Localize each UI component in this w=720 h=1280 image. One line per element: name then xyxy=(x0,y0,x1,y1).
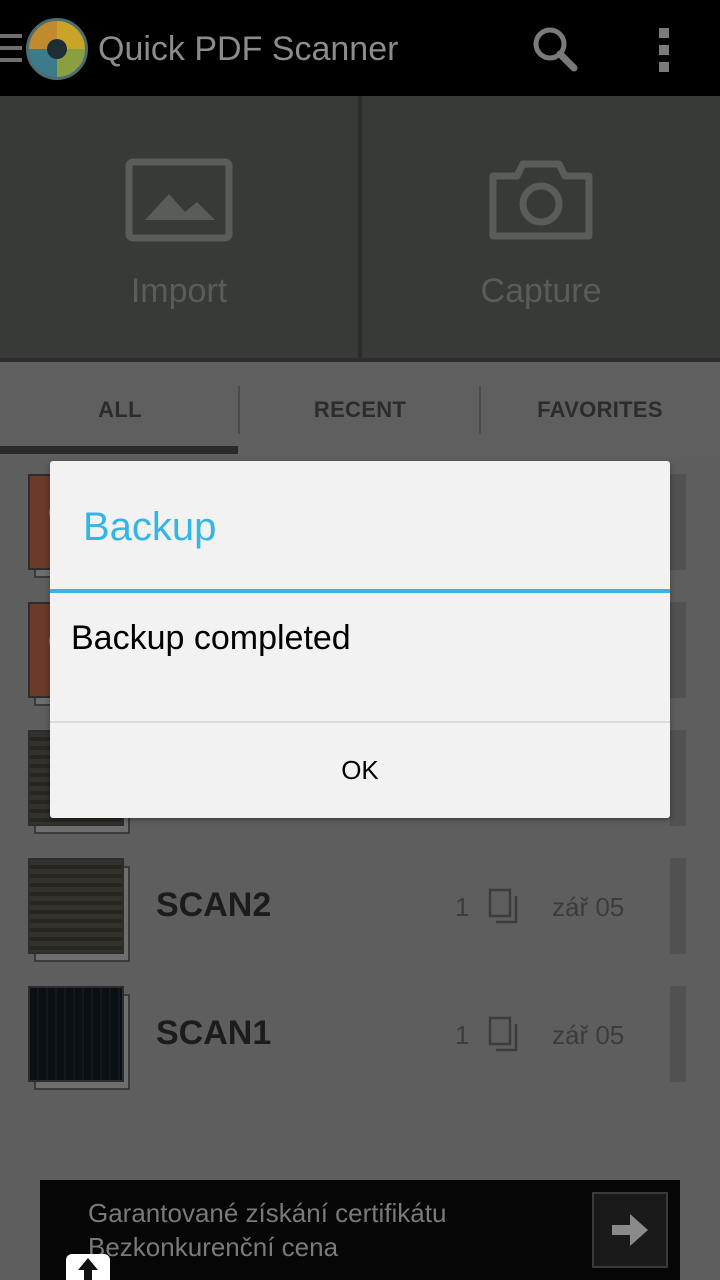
tab-bar: ALL RECENT FAVORITES xyxy=(0,362,720,458)
document-thumbnail xyxy=(28,986,124,1082)
pages-icon xyxy=(488,888,518,924)
document-date: zář 05 xyxy=(552,892,625,922)
ad-info-icon[interactable] xyxy=(66,1254,110,1280)
menu-icon[interactable] xyxy=(0,34,22,64)
arrow-right-icon xyxy=(612,1214,648,1246)
ok-button[interactable]: OK xyxy=(50,723,670,818)
ad-text-line2: Bezkonkurenční cena xyxy=(88,1232,339,1262)
action-bar: Quick PDF Scanner xyxy=(0,0,720,96)
import-label: Import xyxy=(130,272,228,310)
row-handle[interactable] xyxy=(670,730,686,826)
list-item[interactable]: SCAN1 1 zář 05 xyxy=(0,986,720,1114)
app-logo-icon[interactable] xyxy=(26,18,88,80)
row-handle[interactable] xyxy=(670,858,686,954)
row-handle[interactable] xyxy=(670,602,686,698)
search-icon xyxy=(533,27,578,72)
tab-selected-indicator xyxy=(0,446,238,454)
image-icon xyxy=(125,158,233,242)
tab-favorites[interactable]: FAVORITES xyxy=(480,362,720,458)
page-count: 1 xyxy=(455,892,470,922)
document-name: SCAN1 xyxy=(156,1014,272,1052)
document-thumbnail xyxy=(28,858,124,954)
search-button[interactable] xyxy=(526,24,582,76)
page-count: 1 xyxy=(455,1020,470,1050)
document-date: zář 05 xyxy=(552,1020,625,1050)
dialog-title-divider xyxy=(50,589,670,593)
import-button[interactable]: Import xyxy=(0,96,358,358)
tab-recent[interactable]: RECENT xyxy=(240,362,480,458)
app-title: Quick PDF Scanner xyxy=(98,30,399,68)
dialog-message: Backup completed xyxy=(71,619,351,657)
list-item[interactable]: SCAN2 1 zář 05 xyxy=(0,858,720,986)
overflow-menu-icon[interactable] xyxy=(646,24,682,76)
tab-all[interactable]: ALL xyxy=(0,362,240,458)
ad-text-line1: Garantované získání certifikátu xyxy=(88,1198,447,1228)
pages-icon xyxy=(488,1016,518,1052)
dialog-title: Backup xyxy=(83,505,217,549)
ad-banner[interactable]: Garantované získání certifikátu Bezkonku… xyxy=(40,1180,680,1280)
capture-button[interactable]: Capture xyxy=(362,96,720,358)
action-buttons: Import Capture xyxy=(0,96,720,358)
ad-arrow-button[interactable] xyxy=(592,1192,668,1268)
backup-dialog: Backup Backup completed OK xyxy=(50,461,670,818)
capture-label: Capture xyxy=(480,272,602,310)
camera-icon xyxy=(489,160,593,240)
row-handle[interactable] xyxy=(670,986,686,1082)
row-handle[interactable] xyxy=(670,474,686,570)
document-name: SCAN2 xyxy=(156,886,272,924)
